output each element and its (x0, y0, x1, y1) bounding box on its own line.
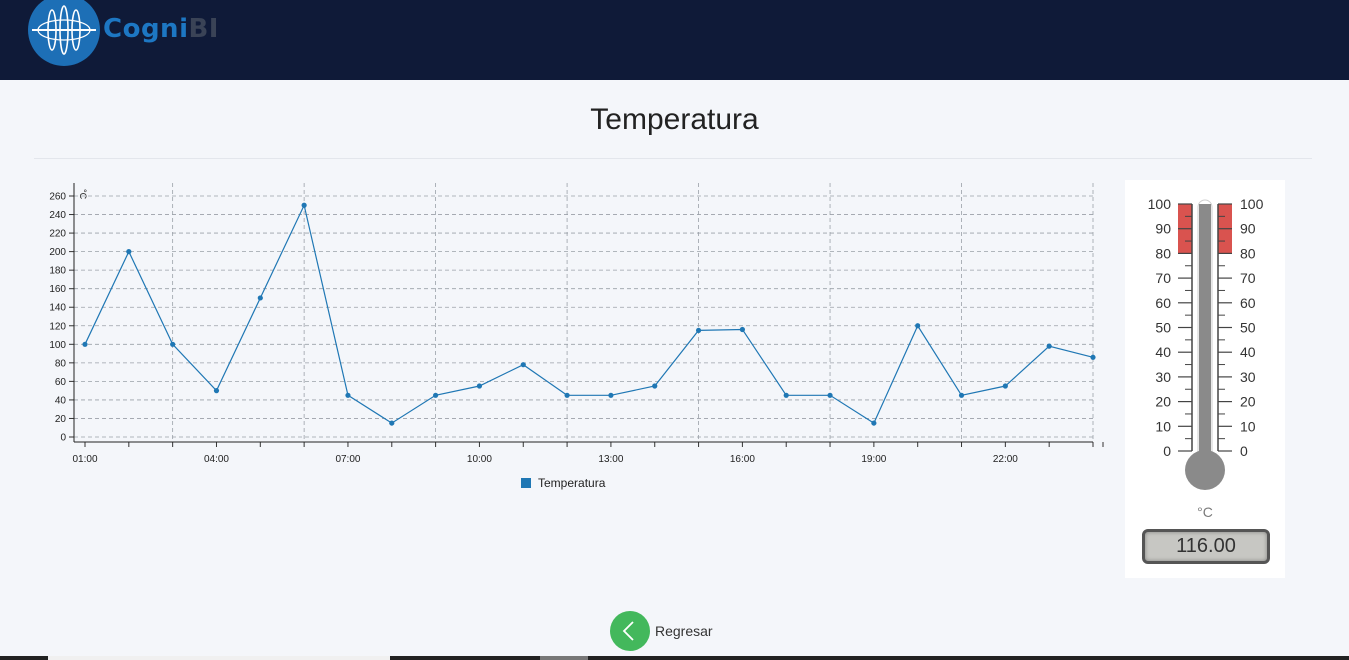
back-button[interactable]: Regresar (610, 611, 713, 651)
y-tick-label: 0 (60, 433, 66, 444)
title-divider (34, 158, 1312, 159)
y-tick-label: 100 (49, 340, 66, 351)
logo-text-secondary: BI (188, 14, 219, 44)
y-tick-label: 220 (49, 229, 66, 240)
y-tick-label: 140 (49, 303, 66, 314)
x-tick-label: 16:00 (730, 454, 755, 465)
x-tick-label: 07:00 (335, 454, 360, 465)
thermometer-gauge-card: 0 0 10 10 20 20 30 30 40 40 50 50 60 60 70 70 80 80 90 90 10… (1125, 180, 1285, 578)
data-point (170, 341, 176, 347)
y-tick-label: 20 (55, 414, 67, 425)
temperature-line-chart: 0 20 40 60 80 100 120 140 160 180 200 220 240 260 °C 01… (49, 183, 1104, 490)
gauge-unit-label: °C (1197, 504, 1213, 520)
gauge-tick-label-right: 100 (1240, 196, 1264, 212)
legend-label: Temperatura (538, 476, 606, 490)
gauge-tick-label-right: 30 (1240, 369, 1256, 385)
logo-text: CogniBI (103, 14, 219, 44)
y-tick-label: 180 (49, 266, 66, 277)
gauge-tick-label-right: 20 (1240, 394, 1256, 410)
data-point (871, 420, 877, 426)
gauge-tick-label-right: 50 (1240, 320, 1256, 336)
data-point (433, 392, 439, 398)
y-tick-label: 160 (49, 284, 66, 295)
thermometer-gauge: 0 0 10 10 20 20 30 30 40 40 50 50 60 60 70 70 80 80 90 90 10… (1148, 196, 1264, 490)
gauge-tick-label-left: 60 (1155, 295, 1171, 311)
y-tick-label: 120 (49, 321, 66, 332)
gauge-tick-label-right: 40 (1240, 344, 1256, 360)
page-title: Temperatura (590, 103, 759, 136)
top-navbar: CogniBI (0, 0, 1349, 80)
gauge-tick-label-left: 50 (1155, 320, 1171, 336)
data-point (126, 249, 132, 255)
data-point (608, 392, 614, 398)
thermometer-bulb (1185, 450, 1225, 490)
data-point (257, 295, 263, 301)
data-point (213, 388, 220, 394)
y-tick-label: 80 (55, 358, 67, 369)
data-point (958, 392, 965, 398)
data-point (739, 326, 745, 333)
data-point (389, 420, 395, 426)
data-point (783, 392, 789, 398)
thermometer-mercury (1199, 204, 1211, 471)
x-tick-label: 01:00 (72, 454, 97, 465)
x-tick-label: 19:00 (861, 454, 886, 465)
gauge-tick-label-left: 0 (1163, 443, 1171, 459)
chevron-left-icon[interactable] (610, 611, 650, 651)
gauge-tick-label-right: 80 (1240, 245, 1256, 261)
back-button-label[interactable]: Regresar (655, 623, 713, 639)
data-point (82, 341, 88, 347)
x-tick-label: 04:00 (204, 454, 229, 465)
gauge-value-readout: 116.00 (1142, 529, 1270, 564)
data-point (915, 323, 921, 329)
legend-swatch (521, 478, 531, 488)
series-line-temperatura (84, 203, 1094, 424)
data-point (476, 383, 483, 389)
y-tick-label: 60 (55, 377, 67, 388)
data-point (301, 202, 307, 208)
data-point (652, 383, 658, 389)
gauge-tick-label-left: 70 (1155, 270, 1171, 286)
gauge-tick-label-left: 40 (1155, 344, 1171, 360)
data-point (345, 392, 351, 398)
y-tick-label: 260 (49, 192, 66, 203)
x-tick-label: 10:00 (467, 454, 492, 465)
gauge-tick-label-right: 60 (1240, 295, 1256, 311)
y-tick-label: 200 (49, 247, 66, 258)
data-point (1002, 383, 1008, 389)
gauge-tick-label-left: 90 (1155, 221, 1171, 237)
x-tick-label: 22:00 (993, 454, 1018, 465)
gauge-tick-label-right: 10 (1240, 418, 1256, 434)
data-point (564, 392, 570, 398)
y-tick-label: 40 (55, 395, 67, 406)
gauge-tick-label-left: 100 (1148, 196, 1172, 212)
data-point (1046, 343, 1052, 349)
gauge-tick-label-right: 90 (1240, 221, 1256, 237)
bottom-scroll-bar (0, 656, 1349, 660)
gauge-tick-label-right: 70 (1240, 270, 1256, 286)
cognibi-logo[interactable]: CogniBI (28, 0, 218, 66)
y-tick-label: 240 (49, 210, 66, 221)
data-point (827, 392, 833, 398)
gauge-tick-label-left: 10 (1155, 418, 1171, 434)
data-point (1090, 354, 1096, 360)
data-point (520, 362, 526, 368)
data-point (695, 327, 702, 334)
logo-text-primary: Cogni (103, 14, 189, 44)
x-tick-label: 13:00 (598, 454, 623, 465)
cognibi-logo-icon (28, 0, 100, 66)
gauge-tick-label-left: 30 (1155, 369, 1171, 385)
gauge-tick-label-right: 0 (1240, 443, 1248, 459)
y-axis-label: °C (78, 189, 88, 200)
gauge-tick-label-left: 80 (1155, 245, 1171, 261)
gauge-tick-label-left: 20 (1155, 394, 1171, 410)
